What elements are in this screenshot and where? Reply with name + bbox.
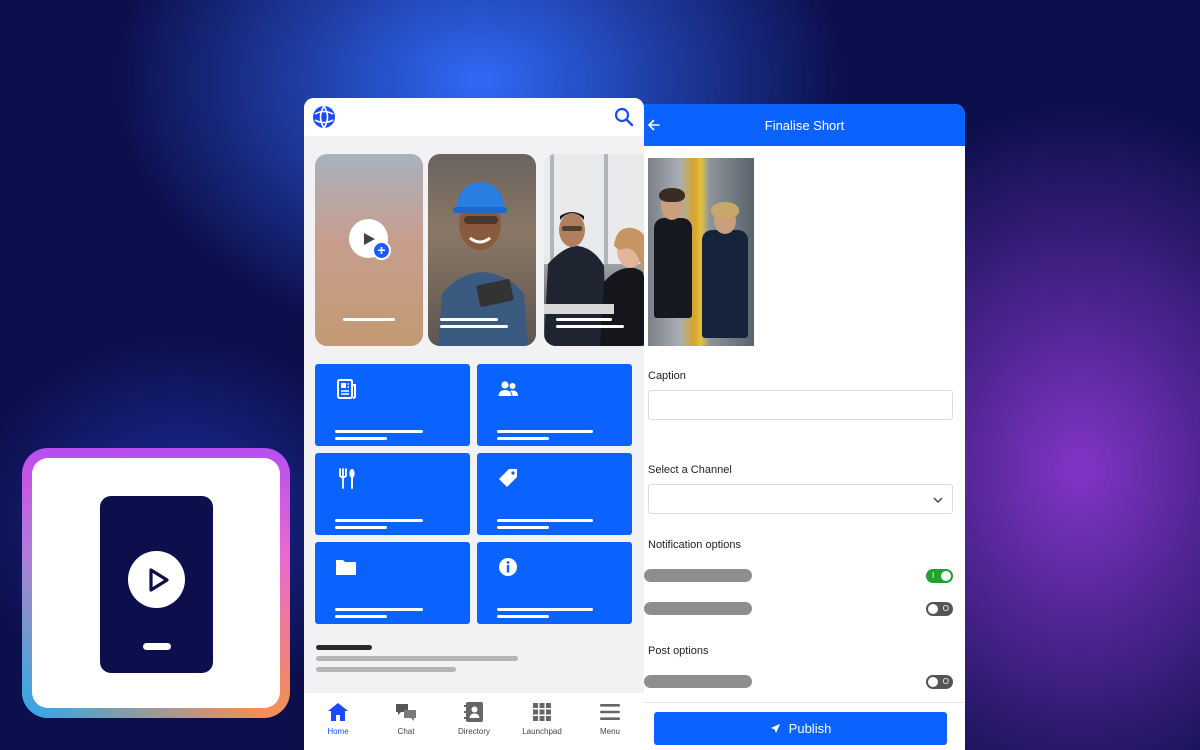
nav-directory[interactable]: Directory [444,701,504,750]
short-thumbnail[interactable] [648,158,754,346]
person-left [654,218,692,318]
story-title-line [556,318,612,321]
post-toggle-1[interactable]: O [926,675,953,689]
story-subtitle-line [440,325,508,328]
post-options-label: Post options [648,645,709,657]
chevron-down-icon [933,497,943,503]
folder-icon [336,560,356,575]
play-icon [128,551,185,608]
people-tile[interactable] [477,364,632,446]
nav-launchpad[interactable]: Launchpad [512,701,572,750]
people-icon [498,381,518,396]
nav-label: Launchpad [522,727,562,736]
feed-preview [316,645,518,678]
nav-menu[interactable]: Menu [580,701,640,750]
add-icon: + [372,241,391,260]
person-right-hair [711,202,739,218]
toggle-mark: O [942,677,949,686]
short-card[interactable] [544,154,644,346]
info-icon [499,558,517,576]
phone-video-icon [100,496,213,673]
tile-subtitle-line [335,615,387,618]
channel-select[interactable] [648,484,953,514]
offers-tile[interactable] [477,453,632,535]
tile-subtitle-line [497,526,549,529]
shorts-app-badge [22,448,290,718]
directory-icon [464,702,483,722]
globe-logo-icon [313,105,335,129]
badge-card [32,458,280,708]
tile-subtitle-line [497,437,549,440]
notification-option-text [644,602,752,615]
nav-label: Menu [599,727,620,736]
nav-chat[interactable]: Chat [376,701,436,750]
story-title-line [440,318,498,321]
tag-icon [499,469,517,487]
caption-input[interactable] [648,390,953,420]
channel-label: Select a Channel [648,464,732,476]
publish-label: Publish [788,721,832,736]
nav-label: Home [327,727,349,736]
chat-icon [396,704,416,721]
newspaper-icon [337,379,356,399]
publish-button[interactable]: Publish [654,712,947,745]
finalise-header: Finalise Short [644,104,965,146]
feed-title-line [316,645,372,650]
tile-title-line [335,608,423,611]
home-icon [328,703,348,721]
tile-title-line [497,519,593,522]
post-option-text [644,675,752,688]
documents-tile[interactable] [315,542,470,624]
bottom-nav: Home Chat Directory Launchpad Menu [304,693,644,750]
toggle-mark: O [942,604,949,613]
nav-label: Directory [457,727,490,736]
tile-subtitle-line [497,615,549,618]
send-icon [770,723,780,734]
person-right [702,230,748,338]
home-header [304,98,644,136]
toggle-mark: I [932,571,935,580]
feed-text-line [316,656,518,661]
short-card[interactable] [428,154,536,346]
toggle-knob [928,677,938,687]
person-left-hair [659,188,685,202]
info-tile[interactable] [477,542,632,624]
search-icon[interactable] [614,107,634,127]
canteen-tile[interactable] [315,453,470,535]
quick-links-grid [315,364,633,624]
finalise-short-screen: Finalise Short Caption Select a Channel … [644,104,965,750]
tile-title-line [497,430,593,433]
launchpad-icon [533,703,551,721]
story-subtitle-line [556,325,624,328]
home-screen: + Home Chat Directory Launchpad Menu [304,98,644,750]
nav-label: Chat [397,727,415,736]
tile-title-line [497,608,593,611]
home-bar [143,643,171,650]
tile-title-line [335,519,423,522]
news-tile[interactable] [315,364,470,446]
tile-title-line [335,430,423,433]
shorts-carousel: + [315,154,644,346]
caption-label: Caption [648,370,686,382]
publish-footer: Publish [644,702,965,750]
toggle-knob [941,571,951,581]
nav-home[interactable]: Home [308,701,368,750]
create-short-card[interactable]: + [315,154,423,346]
notification-toggle-1[interactable]: I [926,569,953,583]
back-arrow-icon[interactable] [647,118,661,132]
menu-icon [600,704,620,720]
toggle-knob [928,604,938,614]
cutlery-icon [339,468,355,489]
notification-options-label: Notification options [648,539,741,551]
feed-text-line [316,667,456,672]
story-title-line [343,318,395,321]
page-title: Finalise Short [764,117,845,133]
tile-subtitle-line [335,526,387,529]
notification-option-text [644,569,752,582]
notification-toggle-2[interactable]: O [926,602,953,616]
tile-subtitle-line [335,437,387,440]
